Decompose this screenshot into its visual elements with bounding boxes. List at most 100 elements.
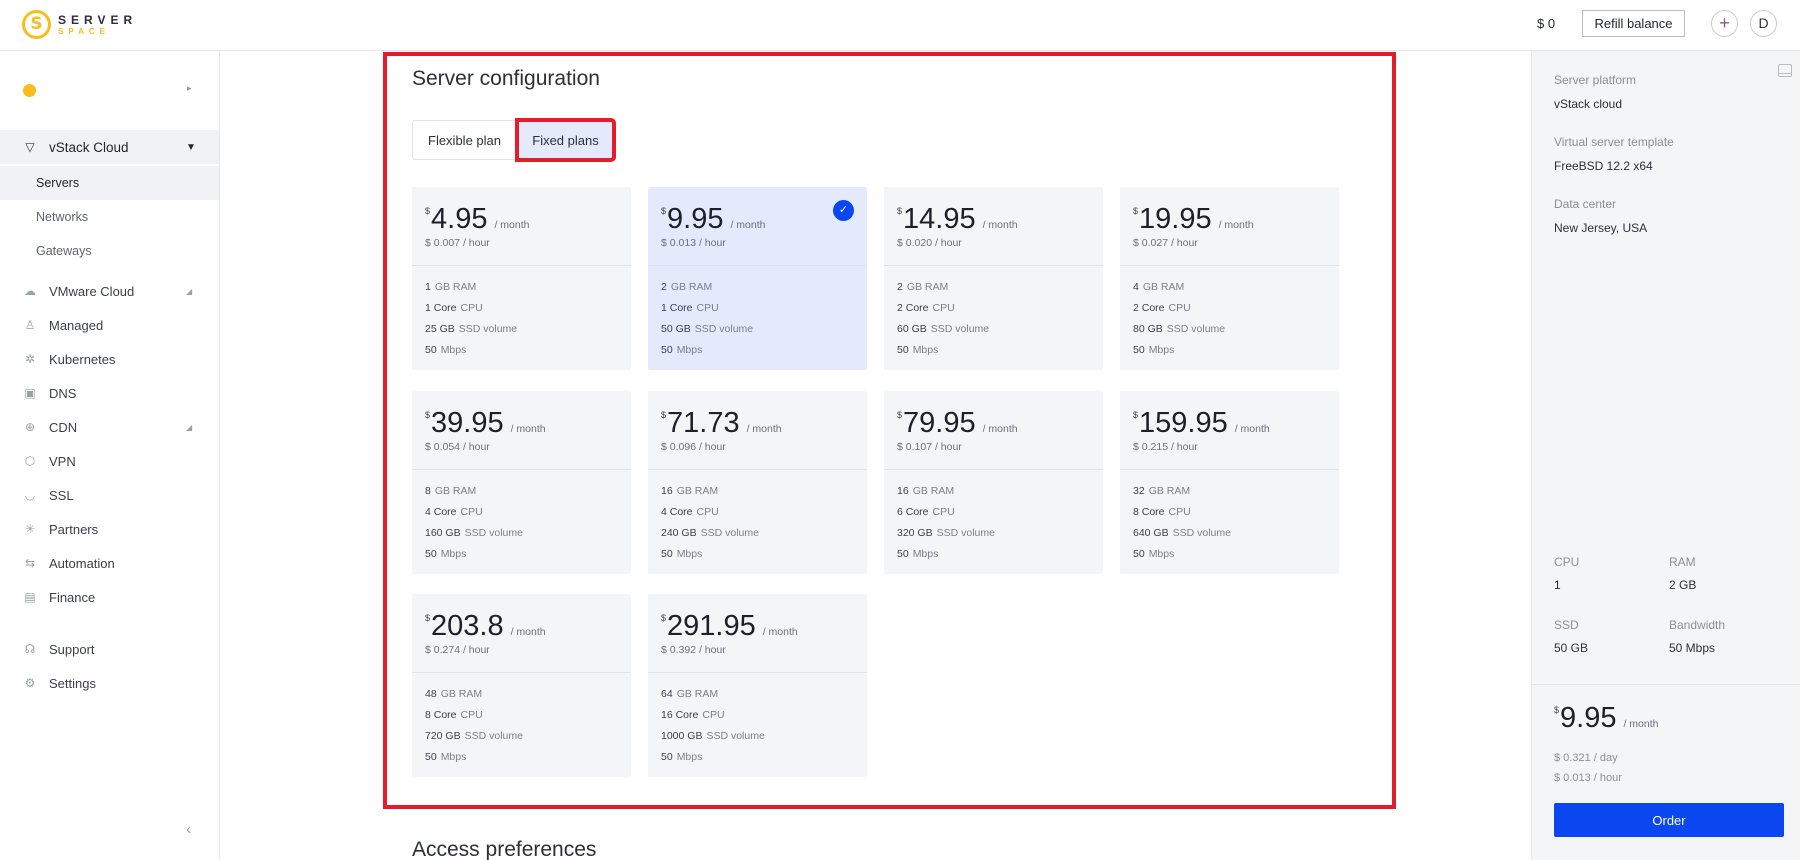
sidebar-item-cdn[interactable]: ⊕ CDN ◢ [0,410,219,444]
spec-ram: 2 GB RAM [661,280,753,301]
sidebar-item-label: Managed [49,317,104,333]
price-per-hour: $ 0.013 / hour [1554,772,1622,784]
sidebar-item-ssl[interactable]: ◡ SSL [0,478,219,512]
plan-price-period: / month [730,219,766,231]
plan-card[interactable]: $203.8/ month $ 0.274 / hour 48 GB RAM 8 Cor… [412,594,631,777]
spec-value: 16 [897,485,909,497]
sidebar-item-label: DNS [49,385,77,401]
collapse-sidebar-icon[interactable]: ‹ [186,821,191,839]
plan-price: $291.95 / month [661,611,798,641]
plan-card[interactable]: $14.95/ month $ 0.020 / hour 2 GB RAM 2 Core… [884,187,1103,370]
spec-value: 50 [661,751,673,763]
section-title: Server configuration [412,67,600,90]
currency-symbol: $ [661,613,667,623]
plan-price-value: 291.95 [667,610,756,642]
spec-bandwidth: 50 Mbps [425,547,523,568]
plan-card[interactable]: $9.95/ month $ 0.013 / hour ✓ 2 GB RAM 1 Core… [648,187,867,370]
access-preferences-title: Access preferences [412,838,597,860]
stat-ram: RAM 2 GB [1669,555,1697,592]
plan-price-value: 39.95 [431,407,504,439]
plan-price: $14.95 / month [897,204,1018,234]
spec-cpu: 16 Core CPU [661,708,765,729]
plan-card[interactable]: $79.95/ month $ 0.107 / hour 16 GB RAM 6 Cor… [884,391,1103,574]
spec-cpu: 2 Core CPU [897,301,989,322]
sidebar-item-servers[interactable]: Servers [0,166,219,200]
spec-cpu: 4 Core CPU [661,505,759,526]
plan-price: $159.95 / month [1133,408,1270,438]
sidebar-item-automation[interactable]: ⇆ Automation [0,546,219,580]
spec-unit: SSD volume [1166,323,1226,335]
plan-card[interactable]: $291.95/ month $ 0.392 / hour 64 GB RAM 16 C… [648,594,867,777]
plan-card[interactable]: $159.95/ month $ 0.215 / hour 32 GB RAM 8 Co… [1120,391,1339,574]
plan-hourly-price: $ 0.007 / hour [425,237,490,249]
spec-unit: Mbps [1148,548,1175,560]
refill-balance-button[interactable]: Refill balance [1582,10,1685,37]
shield-icon: ◡ [24,488,36,502]
plan-specs: 16 GB RAM 6 Core CPU 320 GB SSD volume 50 Mbps [897,484,995,568]
sidebar-item-finance[interactable]: ▤ Finance [0,580,219,614]
panel-toggle-icon[interactable] [1778,64,1792,77]
user-avatar[interactable]: D [1750,10,1777,37]
chevron-right-icon: ▸ [187,83,192,93]
expand-caret-icon: ◢ [186,286,193,296]
expand-caret-icon: ◢ [186,422,193,432]
tab-flexible-plan[interactable]: Flexible plan [412,120,517,160]
add-button[interactable]: + [1711,10,1738,37]
plan-card[interactable]: $71.73/ month $ 0.096 / hour 16 GB RAM 4 Cor… [648,391,867,574]
spec-value: 1 [425,281,431,293]
spec-value: 50 GB [661,323,691,335]
spec-ssd: 50 GB SSD volume [661,322,753,343]
spec-value: 16 Core [661,709,699,721]
sidebar-item-support[interactable]: ☊ Support [0,632,219,666]
spec-unit: CPU [702,709,725,721]
serverspace-logo[interactable]: SERVER SPACE [22,10,137,39]
spec-unit: CPU [460,302,483,314]
sidebar-item-managed[interactable]: ♙ Managed [0,308,219,342]
plan-card-header: $14.95 / month $ 0.020 / hour [884,187,1103,266]
plan-price-value: 203.8 [431,610,504,642]
plan-hourly-price: $ 0.096 / hour [661,441,726,453]
sidebar-item-dns[interactable]: ▣ DNS [0,376,219,410]
spec-unit: GB RAM [434,281,477,293]
plan-price: $203.8 / month [425,611,546,641]
top-header: SERVER SPACE $ 0 Refill balance + D [0,0,1800,51]
account-selector[interactable]: ▸ [0,76,219,106]
plan-specs: 8 GB RAM 4 Core CPU 160 GB SSD volume 50 Mbps [425,484,523,568]
price-per-day: $ 0.321 / day [1554,752,1618,764]
sidebar-item-networks[interactable]: Networks [0,200,219,234]
plan-hourly-price: $ 0.054 / hour [425,441,490,453]
sidebar-item-settings[interactable]: ⚙ Settings [0,666,219,700]
spec-bandwidth: 50 Mbps [425,750,523,771]
plan-hourly-price: $ 0.013 / hour [661,237,726,249]
plan-card[interactable]: $4.95/ month $ 0.007 / hour 1 GB RAM 1 Core C… [412,187,631,370]
plus-icon: + [1719,13,1730,33]
tab-fixed-plans[interactable]: Fixed plans [515,118,616,162]
sidebar-item-vmware-cloud[interactable]: ☁ VMware Cloud ◢ [0,274,219,308]
spec-ssd: 640 GB SSD volume [1133,526,1231,547]
spec-unit: CPU [932,506,955,518]
plan-card[interactable]: $19.95/ month $ 0.027 / hour 4 GB RAM 2 Core… [1120,187,1339,370]
spec-value: 320 GB [897,527,933,539]
stat-cpu: CPU 1 [1554,555,1580,592]
plan-price-value: 19.95 [1139,203,1212,235]
spec-value: 160 GB [425,527,461,539]
summary-divider [1532,684,1800,685]
sidebar-item-kubernetes[interactable]: ✲ Kubernetes [0,342,219,376]
spec-cpu: 4 Core CPU [425,505,523,526]
sidebar-item-vpn[interactable]: ⬡ VPN [0,444,219,478]
spec-bandwidth: 50 Mbps [1133,547,1231,568]
logo-icon [22,10,51,39]
spec-unit: SSD volume [464,730,523,742]
sidebar-group-vstack-cloud[interactable]: ▽ vStack Cloud ▼ [0,130,219,164]
plan-card[interactable]: $39.95/ month $ 0.054 / hour 8 GB RAM 4 Core… [412,391,631,574]
plan-tabs: Flexible plan Fixed plans [412,118,616,162]
spec-value: 32 [1133,485,1145,497]
sidebar-item-gateways[interactable]: Gateways [0,234,219,268]
selected-check-icon: ✓ [833,200,854,221]
sidebar-item-partners[interactable]: ✳ Partners [0,512,219,546]
currency-symbol: $ [425,613,431,623]
order-button[interactable]: Order [1554,803,1784,837]
plan-price: $39.95 / month [425,408,546,438]
sidebar-item-label: Kubernetes [49,351,116,367]
spec-ram: 16 GB RAM [661,484,759,505]
